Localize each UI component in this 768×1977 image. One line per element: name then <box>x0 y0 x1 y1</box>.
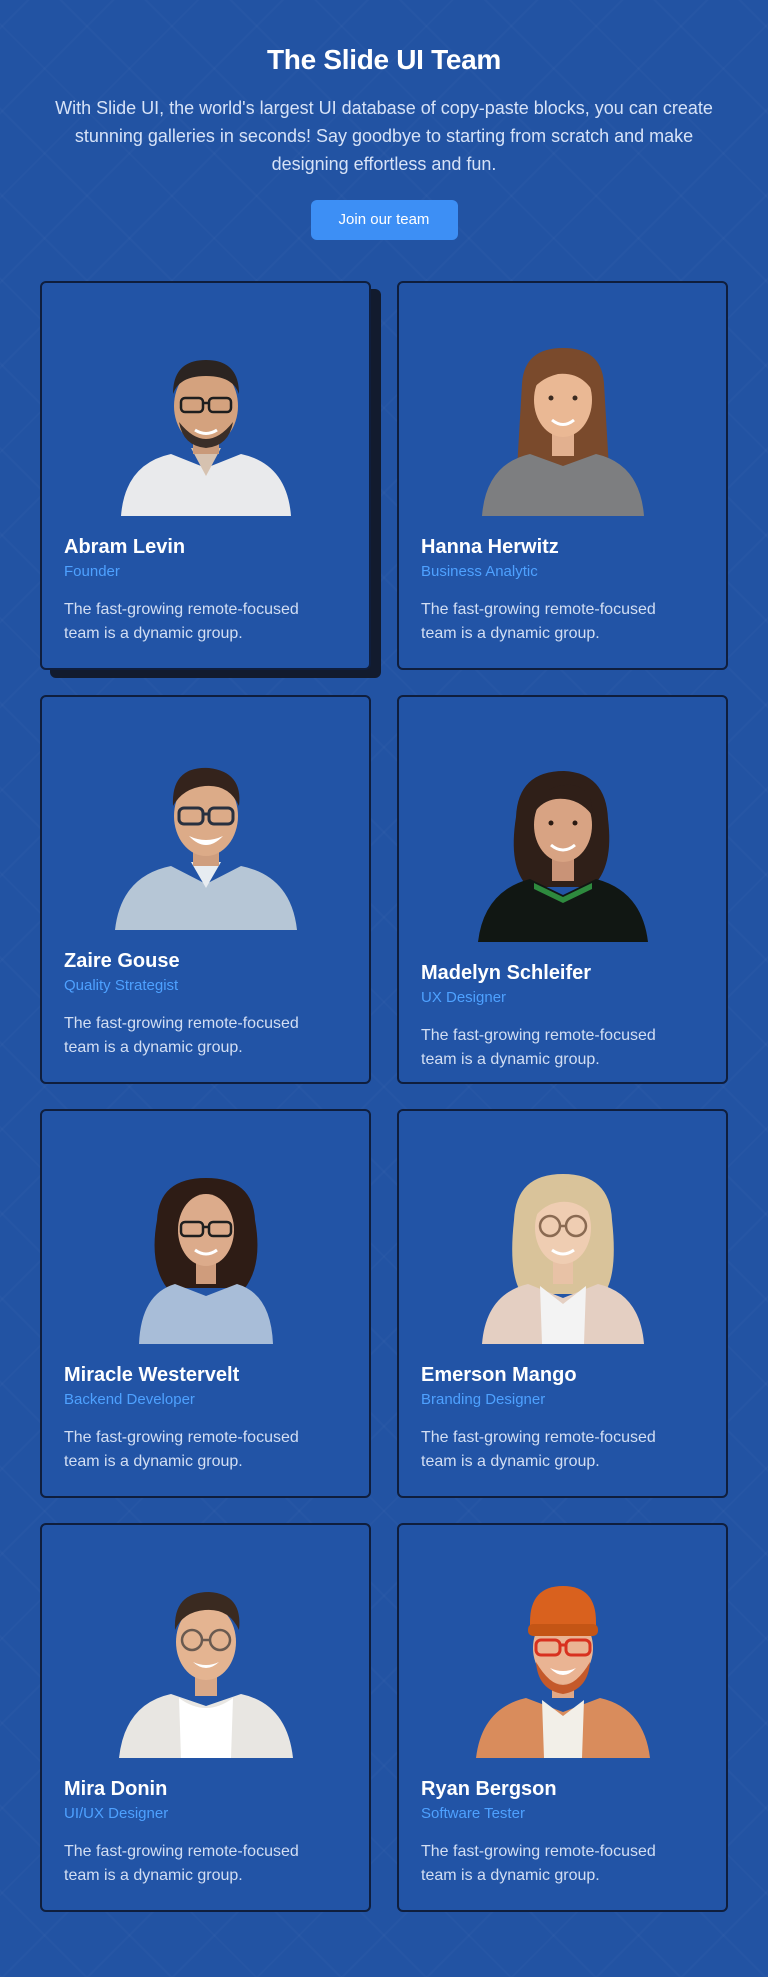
team-card[interactable]: Madelyn Schleifer UX Designer The fast-g… <box>397 695 728 1084</box>
portrait-photo <box>421 1111 704 1344</box>
member-bio: The fast-growing remote-focused team is … <box>421 601 656 642</box>
member-role: Software Tester <box>421 1805 525 1822</box>
team-card[interactable]: Zaire Gouse Quality Strategist The fast-… <box>40 695 371 1084</box>
member-bio: The fast-growing remote-focused team is … <box>64 1429 299 1470</box>
team-card[interactable]: Mira Donin UI/UX Designer The fast-growi… <box>40 1523 371 1912</box>
portrait-photo <box>64 1111 347 1344</box>
page-header: The Slide UI Team With Slide UI, the wor… <box>0 0 768 240</box>
portrait-photo <box>421 283 704 516</box>
member-bio: The fast-growing remote-focused team is … <box>64 1843 299 1884</box>
member-bio: The fast-growing remote-focused team is … <box>421 1429 656 1470</box>
member-bio: The fast-growing remote-focused team is … <box>64 601 299 642</box>
join-team-button[interactable]: Join our team <box>310 200 458 240</box>
page-subtitle: With Slide UI, the world's largest UI da… <box>55 98 713 174</box>
member-bio: The fast-growing remote-focused team is … <box>421 1843 656 1884</box>
member-role: Quality Strategist <box>64 977 179 994</box>
member-name: Madelyn Schleifer <box>421 962 592 984</box>
page-title: The Slide UI Team <box>267 44 501 75</box>
team-grid: Abram Levin Founder The fast-growing rem… <box>40 281 728 1912</box>
team-card[interactable]: Abram Levin Founder The fast-growing rem… <box>40 281 371 670</box>
member-role: UX Designer <box>421 989 507 1006</box>
member-name: Zaire Gouse <box>64 950 180 972</box>
member-role: Founder <box>64 563 120 580</box>
member-role: Business Analytic <box>421 563 538 580</box>
team-card[interactable]: Ryan Bergson Software Tester The fast-gr… <box>397 1523 728 1912</box>
member-role: Backend Developer <box>64 1391 195 1408</box>
portrait-photo <box>64 697 347 930</box>
member-name: Miracle Westervelt <box>64 1364 240 1386</box>
portrait-photo <box>421 1525 704 1758</box>
portrait-photo <box>421 697 704 942</box>
portrait-photo <box>64 1525 347 1758</box>
member-name: Mira Donin <box>64 1778 168 1800</box>
member-name: Ryan Bergson <box>421 1778 557 1800</box>
member-bio: The fast-growing remote-focused team is … <box>421 1027 656 1068</box>
team-card[interactable]: Emerson Mango Branding Designer The fast… <box>397 1109 728 1498</box>
portrait-photo <box>64 283 347 516</box>
team-card[interactable]: Hanna Herwitz Business Analytic The fast… <box>397 281 728 670</box>
member-name: Abram Levin <box>64 536 186 558</box>
member-bio: The fast-growing remote-focused team is … <box>64 1015 299 1056</box>
member-name: Hanna Herwitz <box>421 536 559 558</box>
team-card[interactable]: Miracle Westervelt Backend Developer The… <box>40 1109 371 1498</box>
member-role: Branding Designer <box>421 1391 546 1408</box>
member-role: UI/UX Designer <box>64 1805 169 1822</box>
member-name: Emerson Mango <box>421 1364 577 1386</box>
